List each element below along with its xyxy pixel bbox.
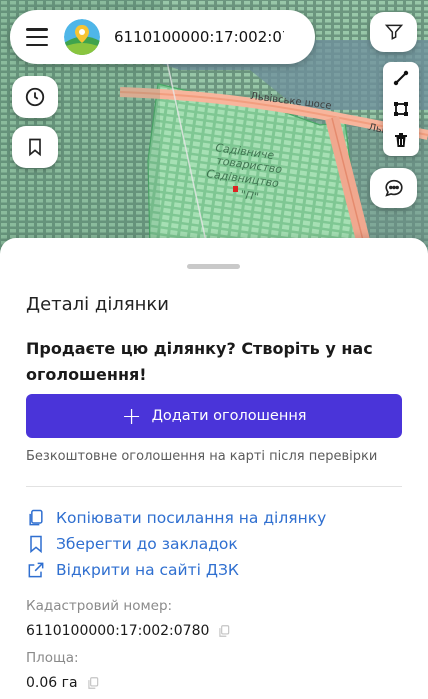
area-label: Площа: <box>26 650 79 666</box>
copy-icon <box>29 509 43 526</box>
save-bookmark-label: Зберегти до закладок <box>56 535 238 553</box>
copy-icon[interactable] <box>86 676 100 690</box>
clock-icon <box>25 87 45 107</box>
open-dzk-label: Відкрити на сайті ДЗК <box>56 561 239 579</box>
sheet-title: Деталі ділянки <box>26 294 169 315</box>
plus-icon: + <box>121 402 142 430</box>
cadastral-value: 6110100000:17:002:0780 <box>26 623 210 639</box>
search-input[interactable] <box>114 28 284 46</box>
copy-link-label: Копіювати посилання на ділянку <box>56 509 327 527</box>
app-logo-icon <box>64 19 100 55</box>
polygon-icon[interactable] <box>393 101 409 117</box>
bookmark-icon <box>30 535 42 554</box>
copy-icon[interactable] <box>217 624 231 638</box>
sell-promo-text: Продаєте цю ділянку? Створіть у нас огол… <box>26 339 373 384</box>
area-value: 0.06 га <box>26 675 78 691</box>
area-label-4: "П" <box>240 188 260 203</box>
divider <box>26 486 402 487</box>
save-bookmark-link[interactable]: Зберегти до закладок <box>26 534 238 554</box>
cadastral-label: Кадастровий номер: <box>26 598 173 614</box>
bookmark-icon <box>29 138 41 157</box>
map-tools <box>383 62 419 156</box>
history-button[interactable] <box>12 76 58 118</box>
menu-icon[interactable] <box>26 28 48 46</box>
external-link-icon <box>28 562 44 578</box>
copy-link[interactable]: Копіювати посилання на ділянку <box>26 508 326 528</box>
add-listing-note: Безкоштовне оголошення на карті після пе… <box>26 449 378 464</box>
open-dzk-link[interactable]: Відкрити на сайті ДЗК <box>26 560 239 580</box>
search-bar[interactable] <box>10 10 315 64</box>
area-value-row: 0.06 га <box>26 675 100 691</box>
cadastral-value-row: 6110100000:17:002:0780 <box>26 623 231 639</box>
chat-button[interactable] <box>370 168 417 208</box>
add-listing-label: Додати оголошення <box>151 408 307 424</box>
bookmarks-button[interactable] <box>12 126 58 168</box>
filter-button[interactable] <box>370 12 417 52</box>
add-listing-button[interactable]: + Додати оголошення <box>26 394 402 438</box>
trash-icon[interactable] <box>393 132 409 148</box>
plot-details-sheet: Деталі ділянки Продаєте цю ділянку? Ство… <box>0 238 428 699</box>
filter-icon <box>384 24 403 40</box>
ruler-line-icon[interactable] <box>393 70 409 86</box>
chat-icon <box>384 179 403 197</box>
sheet-drag-handle[interactable] <box>187 264 240 269</box>
